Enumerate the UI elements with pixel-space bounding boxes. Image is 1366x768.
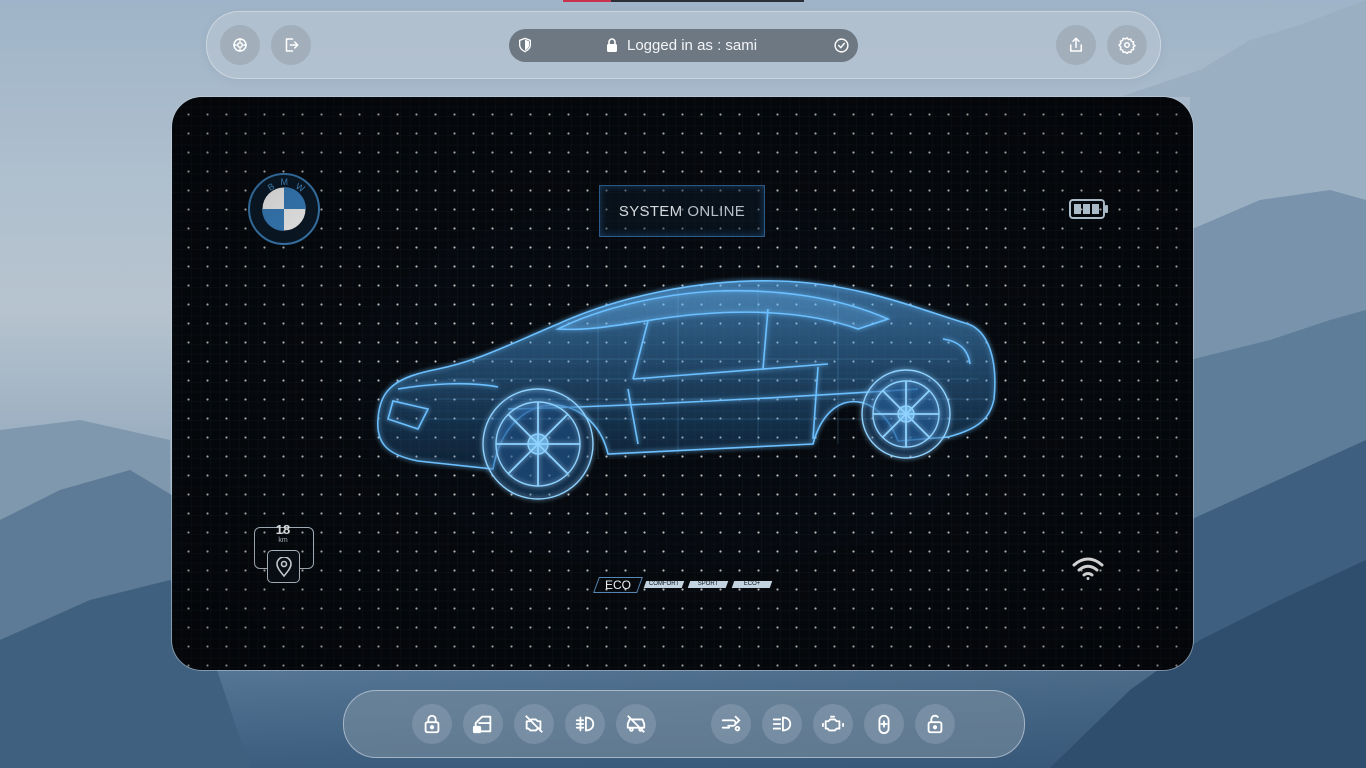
scan-icon [233, 38, 247, 52]
fog-light-icon [575, 716, 595, 732]
location-pin-icon [275, 556, 292, 577]
battery-icon [1069, 199, 1108, 219]
settings-button[interactable] [1107, 25, 1147, 65]
trunk-icon [878, 714, 890, 735]
headlight-button[interactable] [762, 704, 802, 744]
engine-icon [822, 715, 844, 732]
drive-mode-sport[interactable]: SPORT [687, 581, 729, 588]
drive-mode-eco-label: ECO [604, 578, 631, 592]
drive-mode-comfort[interactable]: COMFORT [643, 581, 685, 588]
logout-button[interactable] [271, 25, 311, 65]
exhaust-button[interactable] [711, 704, 751, 744]
scan-button[interactable] [220, 25, 260, 65]
top-indicator-line [563, 0, 804, 2]
drive-mode-eco[interactable]: ECO [593, 577, 643, 593]
car-hologram [377, 280, 996, 500]
headlight-icon [772, 716, 792, 732]
top-bar: Logged in as : sami [206, 11, 1161, 79]
distance-unit: km [278, 537, 288, 544]
check-circle-icon [834, 38, 849, 53]
system-status-badge: SYSTEM ONLINE [599, 185, 765, 237]
share-icon [1070, 37, 1082, 52]
lock-button[interactable] [412, 704, 452, 744]
door-lock-button[interactable] [463, 704, 503, 744]
bmw-logo: B M W [248, 173, 320, 245]
shield-icon [519, 37, 531, 53]
svg-text:M: M [281, 177, 289, 187]
door-lock-icon [472, 715, 492, 734]
lock-icon [607, 38, 617, 52]
bottom-control-bar [343, 690, 1025, 758]
car-off-button[interactable] [616, 704, 656, 744]
drive-mode-eco-plus-label: ECO+ [743, 581, 761, 587]
engine-button[interactable] [813, 704, 853, 744]
login-status-pill: Logged in as : sami [509, 29, 858, 62]
trunk-button[interactable] [864, 704, 904, 744]
exhaust-icon [721, 715, 741, 732]
settings-icon [1118, 36, 1136, 54]
drive-mode-comfort-label: COMFORT [648, 581, 680, 587]
unlock-icon [927, 714, 943, 734]
share-button[interactable] [1056, 25, 1096, 65]
wifi-icon [1072, 557, 1104, 580]
car-off-icon [626, 715, 646, 733]
engine-off-icon [525, 715, 543, 733]
location-button[interactable] [267, 550, 300, 583]
system-status-word1: SYSTEM [618, 202, 683, 220]
distance-value: 18 [275, 522, 291, 537]
drive-mode-eco-plus[interactable]: ECO+ [731, 581, 773, 588]
drive-mode-sport-label: SPORT [697, 581, 719, 587]
login-status-text: Logged in as : sami [627, 37, 758, 54]
system-status-word2: ONLINE [687, 202, 746, 220]
logout-icon [285, 38, 299, 52]
unlock-button[interactable] [915, 704, 955, 744]
lock-icon [424, 714, 440, 734]
engine-off-button[interactable] [514, 704, 554, 744]
dashboard-screen: B M W SYSTEM ONLINE 18 km ECO COMFORT SP… [172, 97, 1193, 670]
fog-light-button[interactable] [565, 704, 605, 744]
